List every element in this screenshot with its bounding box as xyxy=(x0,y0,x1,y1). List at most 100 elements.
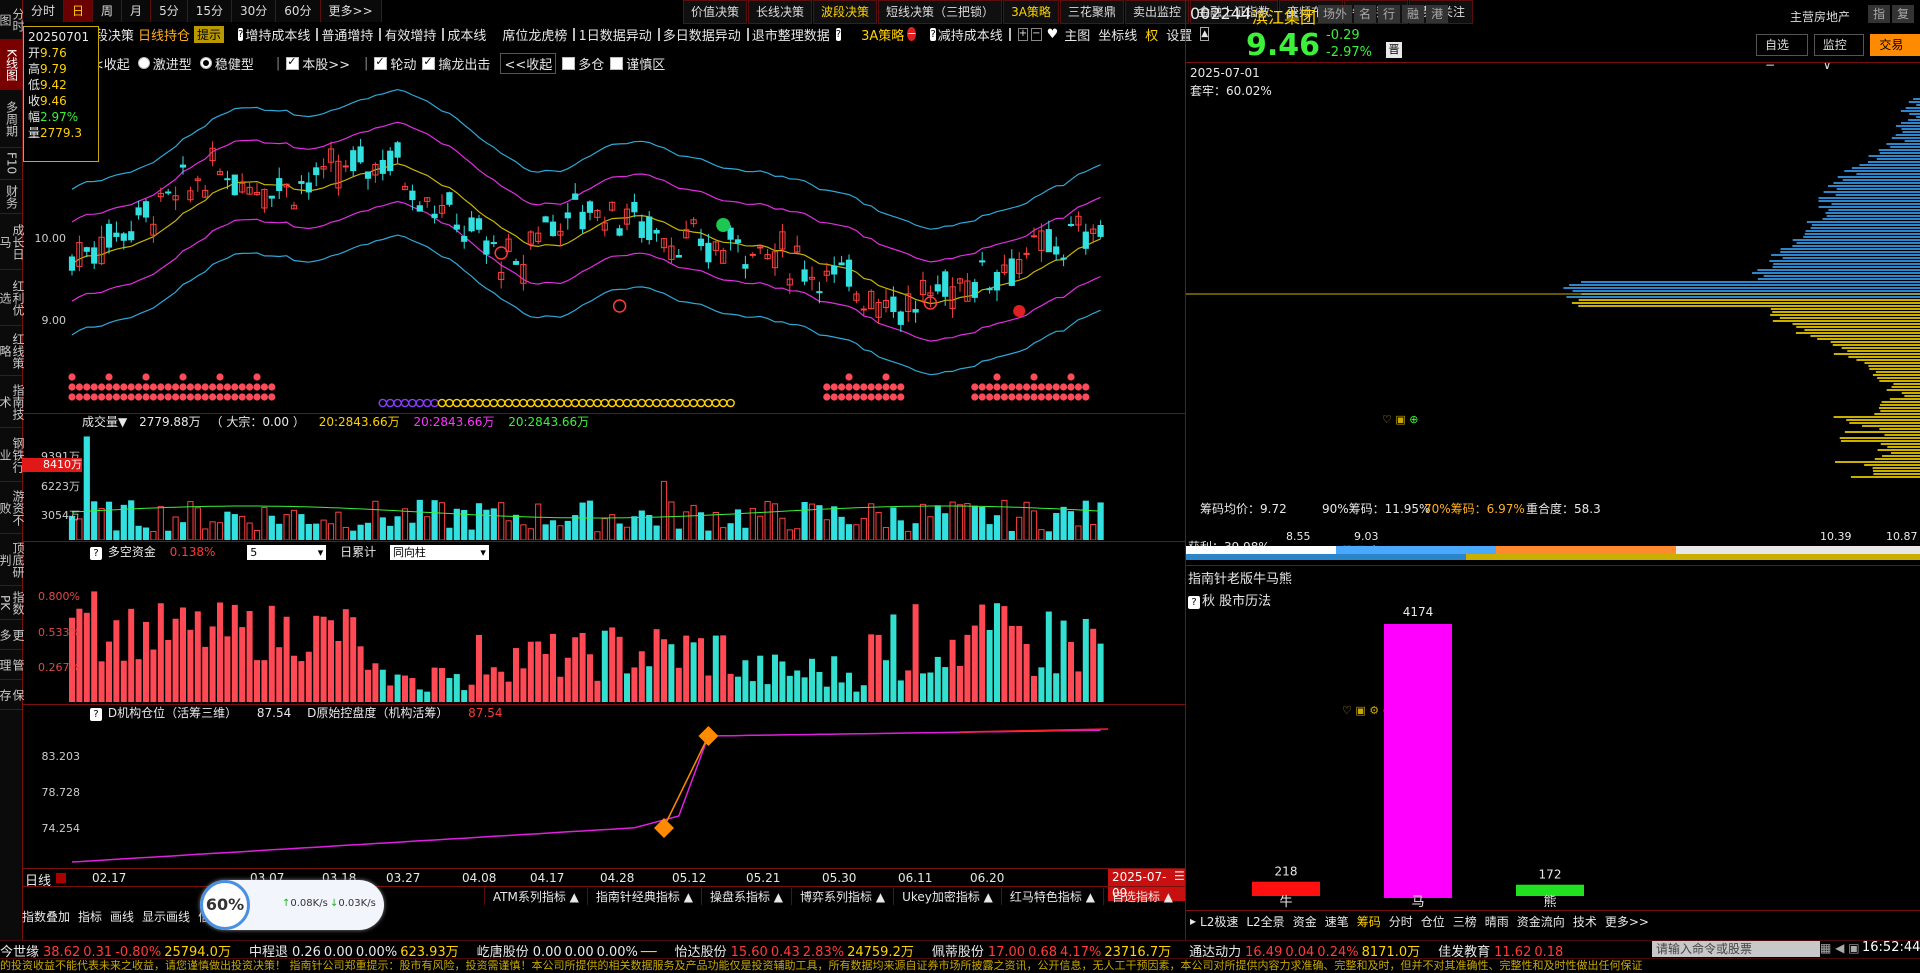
checkbox-benggu[interactable] xyxy=(286,55,300,70)
command-input[interactable]: 请输入命令或股票 xyxy=(1652,941,1820,957)
help-icon[interactable]: ? xyxy=(238,27,244,41)
jigou-title[interactable]: D机构仓位（活筹三维） xyxy=(108,706,237,720)
right-bottom-tab-5[interactable]: 分时 xyxy=(1389,913,1413,930)
jigou-line-chart[interactable] xyxy=(22,722,1185,868)
minus-box-icon[interactable]: − xyxy=(1031,27,1042,41)
tb1-item-0[interactable]: 增持成本线 xyxy=(245,25,310,44)
duokong-title[interactable]: 多空资金 xyxy=(108,545,156,559)
period-5[interactable]: 15分 xyxy=(187,0,232,22)
right-bottom-tab-0[interactable]: L2极速 xyxy=(1200,913,1238,930)
close-circle-icon[interactable]: − xyxy=(907,27,917,41)
monitor-btn[interactable]: 监控 ∨ xyxy=(1813,34,1865,72)
tip-badge[interactable]: 提示 xyxy=(194,25,225,43)
strategy-tab-5[interactable]: 三花聚鼎 xyxy=(1059,0,1124,24)
checkbox-1day[interactable] xyxy=(573,26,584,41)
right-bottom-tab-1[interactable]: L2全景 xyxy=(1246,913,1284,930)
right-bottom-tab-10[interactable]: 技术 xyxy=(1573,913,1597,930)
right-bottom-tab-8[interactable]: 晴雨 xyxy=(1485,913,1509,930)
period-select[interactable]: 5 ▾ xyxy=(247,545,327,560)
tb1-reduce[interactable]: 减持成本线 xyxy=(938,25,1003,44)
indicator-tab-1[interactable]: 指南针经典指标 ▲ xyxy=(586,888,701,905)
checkbox-caution[interactable] xyxy=(610,56,624,70)
right-bottom-tab-6[interactable]: 仓位 xyxy=(1421,913,1445,930)
bottom-tool-3[interactable]: 显示画线 xyxy=(142,908,190,926)
strategy-3a[interactable]: 3A策略 xyxy=(861,25,904,44)
strategy-tab-2[interactable]: 波段决策 xyxy=(813,0,878,24)
checkbox-qinlong[interactable] xyxy=(422,55,436,70)
stock-tab-3[interactable]: 融 xyxy=(1402,5,1425,23)
radio-aggressive[interactable] xyxy=(137,57,150,69)
sidebar-item-9[interactable]: 钢铁行业 xyxy=(0,428,25,482)
strategy-tab-1[interactable]: 长线决策 xyxy=(748,0,813,24)
period-2[interactable]: 周 xyxy=(93,0,123,22)
ticker-item[interactable]: 怡达股份 15.60 0.43 2.83% 24759.2万 xyxy=(675,941,914,960)
network-speed-widget[interactable]: 60% ↑0.08K/s ↓0.03K/s xyxy=(200,880,384,930)
sidebar-item-3[interactable]: F10 xyxy=(0,148,22,180)
candlestick-chart[interactable] xyxy=(22,70,1185,415)
menu-icon[interactable]: ☰ xyxy=(1174,869,1185,883)
jigou-title2[interactable]: D原始控盘度（机构活筹） xyxy=(307,706,448,720)
sidebar-item-15[interactable]: 保存 xyxy=(0,680,25,710)
sidebar-item-6[interactable]: 红利优选 xyxy=(0,270,25,326)
bottom-tool-1[interactable]: 指标 xyxy=(78,908,102,926)
sidebar-item-8[interactable]: 指南技术 xyxy=(0,376,25,428)
help-icon[interactable]: ? xyxy=(835,27,842,41)
lock-icon[interactable]: ▣ xyxy=(1848,941,1859,955)
indicator-tab-0[interactable]: ATM系列指标 ▲ xyxy=(483,888,587,905)
stock-tab-2[interactable]: 行 xyxy=(1378,5,1401,23)
ticker-item[interactable]: 通达动力 16.49 0.04 0.24% 8171.0万 xyxy=(1189,941,1420,960)
sidebar-item-13[interactable]: 更多 xyxy=(0,620,25,650)
sidebar-item-0[interactable]: 分时图 xyxy=(0,0,25,40)
stock-tab-4[interactable]: 港 xyxy=(1426,5,1449,23)
volume-bars[interactable] xyxy=(22,430,1185,540)
restore-btn[interactable]: 复 xyxy=(1892,5,1915,23)
volume-title[interactable]: 成交量▼ xyxy=(82,415,127,429)
axis-btn[interactable]: 坐标线 xyxy=(1098,25,1137,44)
trade-btn[interactable]: 交易 ∨ xyxy=(1870,34,1920,72)
right-bottom-tab-9[interactable]: 资金流向 xyxy=(1517,913,1565,930)
main-chart-btn[interactable]: 主图 xyxy=(1064,25,1090,44)
rights-btn[interactable]: 权 xyxy=(1145,25,1158,44)
ticker-item[interactable]: 屹唐股份 0.00 0.00 0.00% ── xyxy=(477,941,657,960)
ticker-item[interactable]: 佩蒂股份 17.00 0.68 4.17% 23716.7万 xyxy=(932,941,1171,960)
stock-tab-1[interactable]: 名 xyxy=(1354,5,1377,23)
duokong-bars[interactable] xyxy=(22,562,1185,704)
sidebar-item-5[interactable]: 成长日马 xyxy=(0,214,25,270)
heart-icon[interactable]: ♥ xyxy=(1047,27,1059,42)
period-4[interactable]: 5分 xyxy=(151,0,188,22)
help-icon[interactable]: ? xyxy=(90,547,102,560)
right-bottom-tab-4[interactable]: 筹码 xyxy=(1357,913,1381,930)
sidebar-item-11[interactable]: 顶底研判 xyxy=(0,534,25,586)
sidebar-item-4[interactable]: 财务 xyxy=(0,180,22,214)
mode-label[interactable]: 日线持仓 xyxy=(138,25,190,44)
period-8[interactable]: 更多>> xyxy=(320,0,382,22)
indicator-tab-2[interactable]: 操盘系指标 ▲ xyxy=(700,888,791,905)
checkbox-lundong[interactable] xyxy=(374,55,388,70)
period-6[interactable]: 30分 xyxy=(231,0,277,22)
sidebar-item-12[interactable]: 指数PK xyxy=(0,586,25,620)
radio-steady[interactable] xyxy=(199,57,212,69)
tb1-item-4[interactable]: 席位龙虎榜 xyxy=(502,25,567,44)
strategy-tab-3[interactable]: 短线决策（三把锁） xyxy=(878,0,1003,24)
checkbox-chengben[interactable] xyxy=(442,27,445,41)
chip-distribution[interactable] xyxy=(1186,98,1920,488)
period-1[interactable]: 日 xyxy=(64,0,94,22)
index-btn[interactable]: 指 xyxy=(1868,5,1891,23)
bottom-tool-2[interactable]: 画线 xyxy=(110,908,134,926)
period-0[interactable]: 分时 xyxy=(23,0,65,22)
checkbox-youxiao[interactable] xyxy=(379,26,390,41)
style-select[interactable]: 同向柱 ▾ xyxy=(389,545,489,560)
checkbox-putong[interactable] xyxy=(316,26,327,41)
sidebar-item-10[interactable]: 游资不败 xyxy=(0,482,25,534)
ticker-item[interactable]: 中程退 0.26 0.00 0.00% 623.93万 xyxy=(249,941,459,960)
sidebar-item-2[interactable]: 多周期 xyxy=(0,90,22,148)
period-3[interactable]: 月 xyxy=(122,0,152,22)
bull-bear-chart[interactable]: 218 牛 4174 马 172 熊 xyxy=(1186,606,1920,908)
help-icon[interactable]: ? xyxy=(90,708,102,721)
right-bottom-tab-11[interactable]: 更多>> xyxy=(1605,913,1649,930)
strategy-tab-6[interactable]: 卖出监控 xyxy=(1124,0,1189,24)
checkbox-multiday[interactable] xyxy=(657,26,668,41)
network-icon[interactable]: ▦ xyxy=(1820,941,1831,955)
indicator-tab-4[interactable]: Ukey加密指标 ▲ xyxy=(893,888,1001,905)
right-bottom-tab-2[interactable]: 资金 xyxy=(1293,913,1317,930)
